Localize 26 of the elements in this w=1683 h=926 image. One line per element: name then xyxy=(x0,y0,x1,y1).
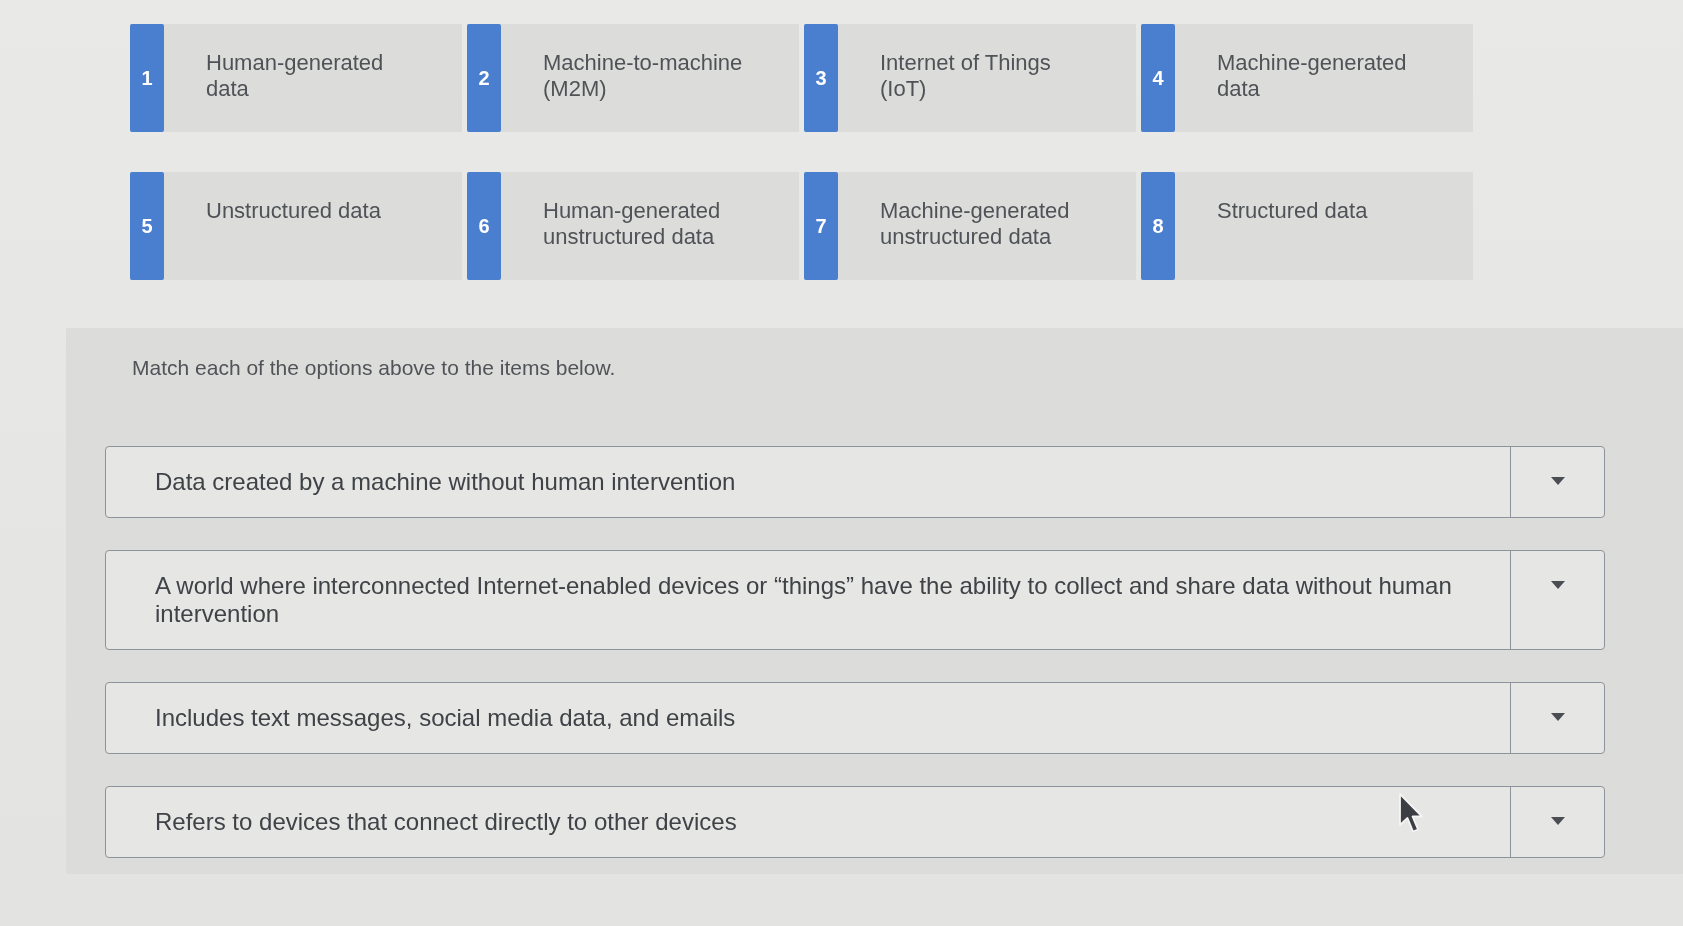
item-description: Includes text messages, social media data, and emails xyxy=(155,704,736,732)
caret-icon xyxy=(1550,713,1565,721)
option-number: 2 xyxy=(467,24,501,132)
option-number: 3 xyxy=(804,24,838,132)
option-label: Internet of Things (IoT) xyxy=(880,50,1051,101)
option-label: Human-generated data xyxy=(206,50,384,101)
pointer-cursor-icon xyxy=(1398,792,1424,834)
caret-icon xyxy=(1550,581,1565,589)
option-number: 7 xyxy=(804,172,838,280)
option-label: Machine-to-machine (M2M) xyxy=(543,50,743,101)
caret-icon xyxy=(1550,817,1565,825)
option-label: Structured data xyxy=(1217,198,1368,223)
caret-icon xyxy=(1550,477,1565,485)
option-label: Human-generated unstructured data xyxy=(543,198,721,249)
option-label: Machine-generated unstructured data xyxy=(880,198,1070,249)
option-number: 1 xyxy=(130,24,164,132)
option-number: 8 xyxy=(1141,172,1175,280)
option-number: 4 xyxy=(1141,24,1175,132)
instruction-text: Match each of the options above to the items below. xyxy=(132,356,617,380)
item-description: A world where interconnected Internet-enabled devices or “things” have the ability to collect and share data without human intervention xyxy=(155,572,1453,628)
option-number: 5 xyxy=(130,172,164,280)
item-description: Refers to devices that connect directly to other devices xyxy=(155,808,737,836)
item-description: Data created by a machine without human intervention xyxy=(155,468,736,496)
option-label: Unstructured data xyxy=(206,198,381,223)
option-label: Machine-generated data xyxy=(1217,50,1407,101)
option-number: 6 xyxy=(467,172,501,280)
